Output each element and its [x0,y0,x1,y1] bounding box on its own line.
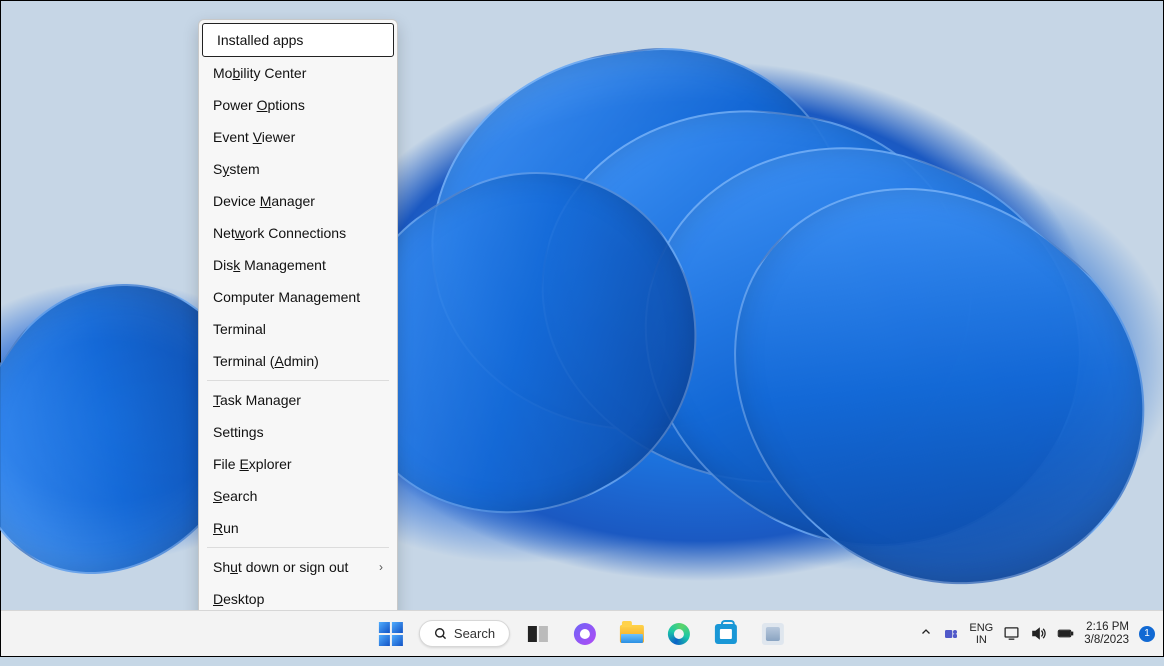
chat-icon [574,623,596,645]
menu-item[interactable]: Terminal (Admin) [199,345,397,377]
menu-item-label: Mobility Center [213,64,306,82]
display-tray-icon[interactable] [1003,625,1020,642]
edge-icon [668,623,690,645]
pinned-app-button[interactable] [754,615,792,653]
menu-item[interactable]: Computer Management [199,281,397,313]
app-icon [762,623,784,645]
menu-item-label: Terminal [213,320,266,338]
menu-item-label: System [213,160,260,178]
menu-item-label: Shut down or sign out [213,558,348,576]
menu-item[interactable]: File Explorer [199,448,397,480]
language-secondary: IN [969,634,993,646]
search-icon [434,627,448,641]
menu-item[interactable]: Run [199,512,397,544]
language-primary: ENG [969,622,993,634]
menu-item-label: File Explorer [213,455,292,473]
menu-item-label: Installed apps [217,31,303,49]
menu-item[interactable]: Installed apps [202,23,394,57]
task-view-button[interactable] [519,615,557,653]
taskbar: Search ENG IN 2:16 PM 3/8/2023 [1,610,1163,656]
menu-item-label: Network Connections [213,224,346,242]
chevron-right-icon: › [379,558,383,576]
folder-icon [620,625,644,643]
clock-time: 2:16 PM [1084,621,1129,634]
menu-item-label: Search [213,487,257,505]
menu-item[interactable]: Task Manager [199,384,397,416]
menu-item[interactable]: Terminal [199,313,397,345]
menu-item-label: Computer Management [213,288,360,306]
chat-button[interactable] [566,615,604,653]
winx-context-menu: Installed apps Mobility Center Power Optio… [198,19,398,622]
menu-item-label: Terminal (Admin) [213,352,319,370]
taskbar-center-group: Search [372,611,792,656]
edge-button[interactable] [660,615,698,653]
desktop-wallpaper [1,1,1163,656]
notification-count: 1 [1144,628,1150,639]
menu-item[interactable]: Power Options [199,89,397,121]
menu-item[interactable]: Settings [199,416,397,448]
taskbar-search[interactable]: Search [419,620,510,647]
menu-item-label: Device Manager [213,192,315,210]
store-icon [715,624,737,644]
menu-item-label: Event Viewer [213,128,295,146]
menu-item-label: Settings [213,423,264,441]
menu-item[interactable]: System [199,153,397,185]
battery-tray-icon[interactable] [1057,625,1074,642]
menu-separator [207,547,389,548]
system-tray: ENG IN 2:16 PM 3/8/2023 1 [920,611,1155,656]
notification-badge[interactable]: 1 [1139,626,1155,642]
file-explorer-button[interactable] [613,615,651,653]
volume-tray-icon[interactable] [1030,625,1047,642]
menu-item-label: Power Options [213,96,305,114]
menu-item[interactable]: Network Connections [199,217,397,249]
clock-date: 3/8/2023 [1084,634,1129,647]
windows-icon [379,622,403,646]
teams-tray-icon[interactable] [942,625,959,642]
menu-item-label: Desktop [213,590,264,608]
menu-item[interactable]: Event Viewer [199,121,397,153]
task-view-icon [528,626,548,642]
menu-item-label: Task Manager [213,391,301,409]
menu-item[interactable]: Shut down or sign out › [199,551,397,583]
start-button[interactable] [372,615,410,653]
menu-item[interactable]: Device Manager [199,185,397,217]
language-indicator[interactable]: ENG IN [969,622,993,646]
chevron-up-icon [920,626,932,638]
menu-item-label: Disk Management [213,256,326,274]
store-button[interactable] [707,615,745,653]
menu-item-label: Run [213,519,239,537]
search-label: Search [454,626,495,641]
menu-item[interactable]: Disk Management [199,249,397,281]
menu-separator [207,380,389,381]
menu-item[interactable]: Mobility Center [199,57,397,89]
tray-overflow-button[interactable] [920,626,932,641]
menu-item[interactable]: Search [199,480,397,512]
clock[interactable]: 2:16 PM 3/8/2023 [1084,621,1129,647]
